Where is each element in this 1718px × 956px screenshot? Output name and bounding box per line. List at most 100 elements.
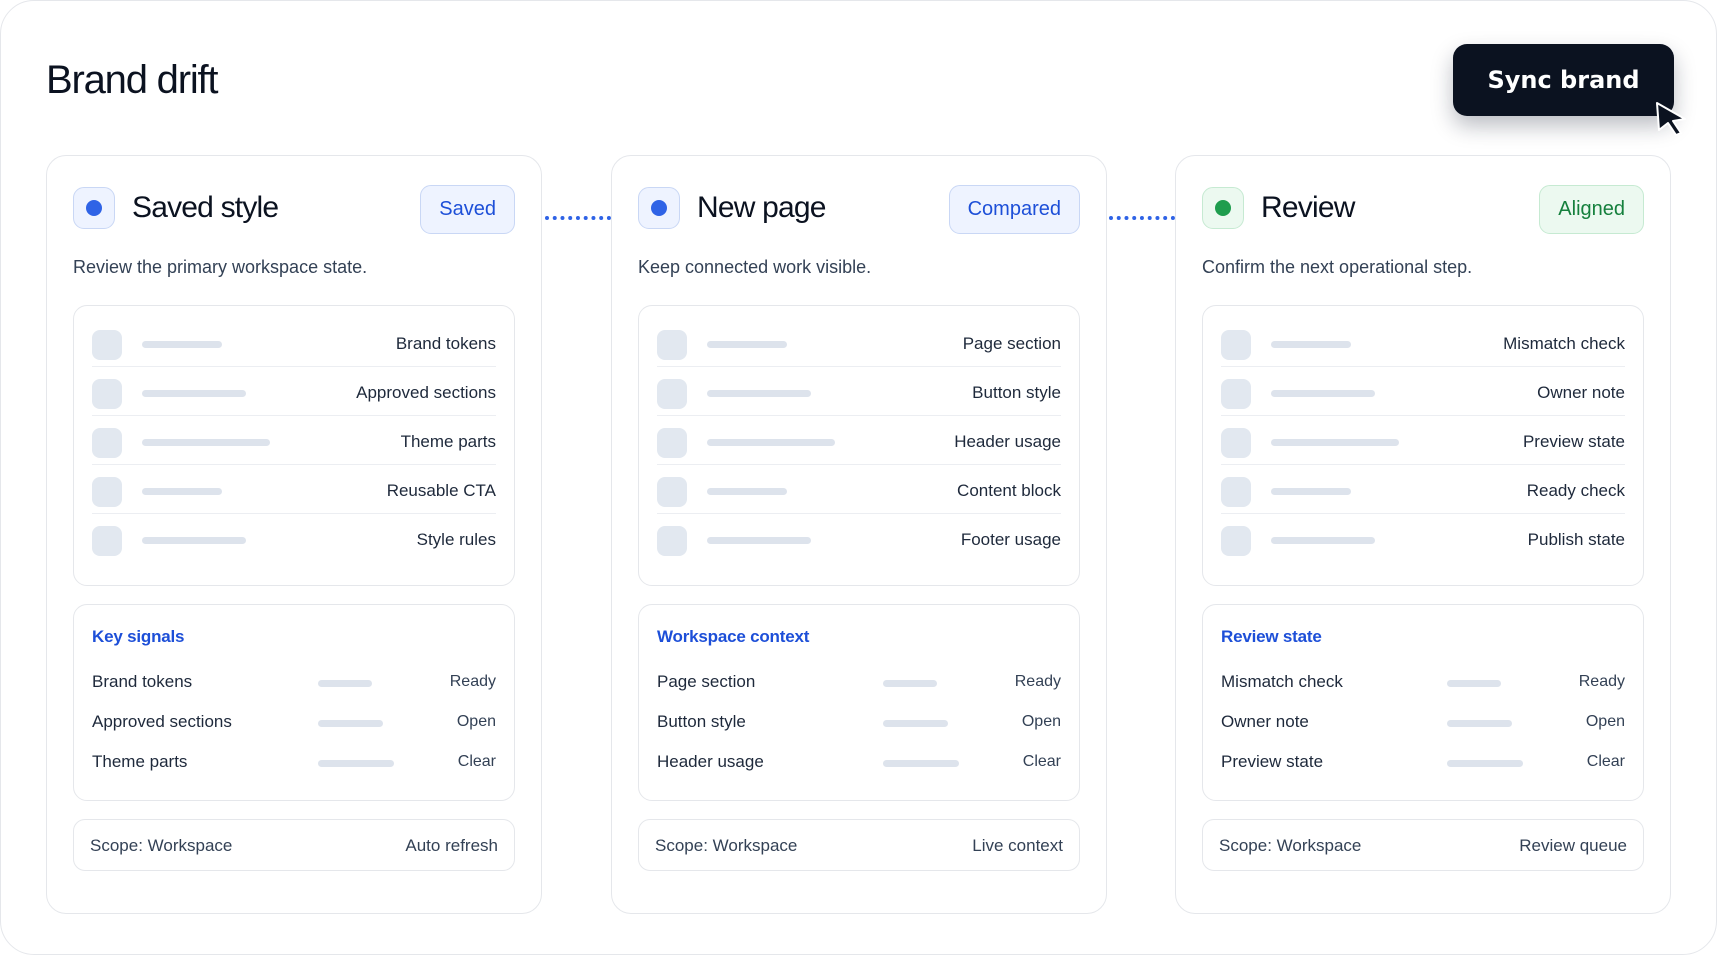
placeholder-bar [1271,439,1399,446]
list-item[interactable]: Footer usage [657,514,1061,563]
placeholder-bar [883,720,948,727]
signal-label: Brand tokens [92,672,193,691]
list-item-label: Owner note [1537,383,1625,402]
list-item[interactable]: Mismatch check [1221,318,1625,367]
placeholder-bar [707,439,835,446]
signal-label: Header usage [657,752,764,771]
list-item-label: Ready check [1526,481,1625,500]
item-thumbnail [1221,477,1251,507]
item-thumbnail [1221,428,1251,458]
list-item-label: Content block [957,481,1061,500]
list-item[interactable]: Button style [657,367,1061,416]
list-item-label: Footer usage [960,530,1061,549]
placeholder-bar [1447,680,1501,687]
list-item[interactable]: Owner note [1221,367,1625,416]
list-item[interactable]: Ready check [1221,465,1625,514]
list-item-label: Page section [962,334,1061,353]
sync-brand-button[interactable]: Sync brand [1453,44,1674,116]
scope-label: Scope: Workspace [655,836,798,855]
signal-row: Theme parts Clear [92,752,496,776]
item-thumbnail [92,379,122,409]
item-thumbnail [1221,526,1251,556]
placeholder-bar [707,537,811,544]
placeholder-bar [142,341,222,348]
item-list: Brand tokens Approved sections Theme par… [73,305,515,586]
placeholder-bar [1271,488,1351,495]
card-header: Review Aligned [1202,185,1644,234]
item-thumbnail [92,526,122,556]
card-header: New page Compared [638,185,1080,234]
status-badge: Aligned [1539,185,1644,234]
list-item-label: Reusable CTA [386,481,496,500]
list-item[interactable]: Brand tokens [92,318,496,367]
scope-label: Scope: Workspace [1219,836,1362,855]
placeholder-bar [1271,537,1375,544]
signal-value: Open [1021,713,1061,730]
placeholder-bar [707,341,787,348]
scope-footer: Scope: Workspace Live context [638,819,1080,871]
placeholder-bar [1271,341,1351,348]
item-thumbnail [92,428,122,458]
signal-value: Clear [1022,753,1061,770]
signal-row: Owner note Open [1221,712,1625,736]
signal-value: Clear [457,753,496,770]
signal-row: Approved sections Open [92,712,496,736]
list-item-label: Mismatch check [1503,334,1625,353]
signal-value: Ready [449,673,496,690]
stage-card-new-page: New page Compared Keep connected work vi… [611,155,1107,914]
signal-label: Theme parts [92,752,188,771]
placeholder-bar [1447,760,1523,767]
signals-panel: Key signals Brand tokens Ready Approved s… [73,604,515,801]
placeholder-bar [707,488,787,495]
signal-value: Ready [1578,673,1625,690]
signal-label: Approved sections [92,712,232,731]
list-item[interactable]: Publish state [1221,514,1625,563]
item-thumbnail [1221,330,1251,360]
signal-label: Button style [657,712,746,731]
item-list: Mismatch check Owner note Preview state … [1202,305,1644,586]
refresh-mode[interactable]: Auto refresh [405,836,498,856]
cursor-arrow-icon [1656,102,1686,136]
signal-label: Mismatch check [1221,672,1343,691]
signals-title: Review state [1221,627,1322,646]
list-item-label: Theme parts [400,432,496,451]
list-item[interactable]: Page section [657,318,1061,367]
placeholder-bar [883,680,937,687]
signals-panel: Workspace context Page section Ready Butt… [638,604,1080,801]
placeholder-bar [318,720,383,727]
list-item-label: Publish state [1527,530,1625,549]
context-mode[interactable]: Live context [972,836,1063,856]
list-item[interactable]: Content block [657,465,1061,514]
signals-title: Key signals [92,627,185,646]
placeholder-bar [142,488,222,495]
signal-value: Open [456,713,496,730]
status-dot-icon [638,187,680,229]
scope-footer: Scope: Workspace Auto refresh [73,819,515,871]
signal-value: Ready [1014,673,1061,690]
item-thumbnail [657,477,687,507]
item-thumbnail [657,379,687,409]
signal-row: Button style Open [657,712,1061,736]
review-queue-link[interactable]: Review queue [1519,836,1627,856]
signal-row: Page section Ready [657,672,1061,696]
placeholder-bar [707,390,811,397]
card-title: Review [1261,191,1355,224]
item-thumbnail [657,526,687,556]
item-thumbnail [657,330,687,360]
list-item-label: Brand tokens [395,334,496,353]
placeholder-bar [1447,720,1512,727]
list-item[interactable]: Header usage [657,416,1061,465]
list-item[interactable]: Reusable CTA [92,465,496,514]
scope-footer: Scope: Workspace Review queue [1202,819,1644,871]
placeholder-bar [883,760,959,767]
item-thumbnail [657,428,687,458]
placeholder-bar [142,390,246,397]
status-dot-icon [73,187,115,229]
list-item-label: Header usage [954,432,1061,451]
item-thumbnail [92,330,122,360]
list-item[interactable]: Style rules [92,514,496,563]
list-item[interactable]: Preview state [1221,416,1625,465]
list-item[interactable]: Approved sections [92,367,496,416]
status-dot-icon [1202,187,1244,229]
list-item[interactable]: Theme parts [92,416,496,465]
